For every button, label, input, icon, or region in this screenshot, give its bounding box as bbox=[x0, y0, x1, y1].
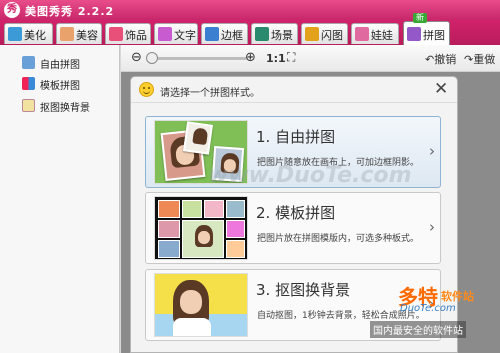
tab-flash[interactable]: 闪图 bbox=[301, 23, 348, 44]
option-template-puzzle[interactable]: 2. 模板拼图 把图片放在拼图模版内，可选多种板式。 › bbox=[145, 192, 441, 264]
option-title: 2. 模板拼图 bbox=[256, 204, 336, 222]
close-icon[interactable]: ✕ bbox=[434, 80, 448, 98]
left-item-cutout[interactable]: 抠图换背景 bbox=[22, 98, 118, 114]
heart-icon bbox=[109, 27, 123, 41]
watermark-text: www.DuoTe.com bbox=[208, 163, 412, 188]
tab-label: 闪图 bbox=[321, 29, 343, 42]
cutout-thumbnail bbox=[154, 273, 248, 337]
face-icon bbox=[60, 27, 74, 41]
tab-label: 拼图 bbox=[423, 29, 445, 42]
left-item-label: 抠图换背景 bbox=[40, 103, 90, 114]
tab-label: 美化 bbox=[24, 29, 46, 42]
zoom-toolbar: ⊖ ⊕ 1:1 ⛶ ↶撤销 ↷重做 bbox=[121, 45, 500, 72]
option-title: 3. 抠图换背景 bbox=[256, 281, 351, 299]
doll-icon bbox=[355, 27, 369, 41]
app-title: 美图秀秀 2.2.2 bbox=[25, 5, 115, 18]
actual-size-button[interactable]: 1:1 bbox=[266, 52, 286, 65]
flash-icon bbox=[305, 27, 319, 41]
redo-label: 重做 bbox=[473, 53, 496, 66]
option-description: 把图片放在拼图模版内，可选多种板式。 bbox=[257, 234, 420, 244]
undo-button[interactable]: ↶撤销 bbox=[425, 51, 456, 67]
tab-beautify[interactable]: 美化 bbox=[4, 23, 53, 44]
scene-icon bbox=[255, 27, 269, 41]
photo-tile bbox=[204, 200, 224, 218]
left-panel: 自由拼图 模板拼图 抠图换背景 bbox=[0, 45, 120, 353]
left-item-label: 模板拼图 bbox=[40, 81, 80, 92]
tab-label: 美容 bbox=[76, 29, 98, 42]
tab-label: 饰品 bbox=[125, 29, 147, 42]
tab-label: 娃娃 bbox=[371, 29, 393, 42]
free-puzzle-icon bbox=[22, 56, 35, 69]
photo-face bbox=[198, 231, 210, 244]
new-badge: 新 bbox=[413, 13, 427, 23]
photo-tile bbox=[226, 240, 245, 258]
undo-label: 撤销 bbox=[434, 53, 457, 66]
photo-tile bbox=[182, 200, 202, 218]
tab-accessories[interactable]: 饰品 bbox=[105, 23, 151, 44]
dialog-header: 请选择一个拼图样式。 ✕ bbox=[131, 77, 457, 103]
redo-icon: ↷ bbox=[464, 53, 474, 66]
site-slogan: 国内最安全的软件站 bbox=[370, 321, 466, 338]
photo-tile bbox=[158, 240, 180, 258]
fit-window-icon[interactable]: ⛶ bbox=[287, 50, 295, 65]
app-logo-icon: 秀 bbox=[4, 2, 20, 18]
undo-icon: ↶ bbox=[425, 53, 435, 66]
left-item-label: 自由拼图 bbox=[40, 60, 80, 71]
site-url: DuoTe.com bbox=[400, 303, 456, 314]
tab-cosmetics[interactable]: 美容 bbox=[56, 23, 102, 44]
tab-puzzle[interactable]: 拼图 bbox=[403, 21, 450, 45]
tab-doll[interactable]: 娃娃 bbox=[351, 23, 399, 44]
left-item-template-puzzle[interactable]: 模板拼图 bbox=[22, 76, 118, 92]
smiley-icon bbox=[139, 82, 154, 97]
main-tabs: 美化 美容 饰品 文字 边框 场景 闪图 娃娃 拼图 bbox=[0, 20, 500, 45]
template-puzzle-thumbnail bbox=[154, 196, 248, 260]
text-icon bbox=[158, 27, 172, 41]
dialog-title: 请选择一个拼图样式。 bbox=[160, 88, 260, 99]
photo-hair bbox=[192, 127, 209, 146]
redo-button[interactable]: ↷重做 bbox=[464, 51, 495, 67]
photo-tile bbox=[182, 220, 224, 258]
tab-frame[interactable]: 边框 bbox=[201, 23, 248, 44]
site-logo-sub: 软件站 bbox=[441, 290, 474, 303]
puzzle-icon bbox=[407, 27, 421, 41]
left-item-free-puzzle[interactable]: 自由拼图 bbox=[22, 55, 118, 71]
option-title: 1. 自由拼图 bbox=[256, 128, 336, 146]
photo-face bbox=[180, 290, 202, 314]
photo-body bbox=[173, 318, 211, 336]
tab-text[interactable]: 文字 bbox=[154, 23, 198, 44]
tab-label: 场景 bbox=[271, 29, 293, 42]
tab-label: 文字 bbox=[174, 29, 196, 42]
photo-tile bbox=[158, 200, 180, 218]
chevron-right-icon: › bbox=[429, 142, 435, 160]
zoom-slider-handle[interactable] bbox=[146, 52, 158, 64]
tab-scene[interactable]: 场景 bbox=[251, 23, 298, 44]
cutout-icon bbox=[22, 99, 35, 112]
zoom-out-icon[interactable]: ⊖ bbox=[131, 50, 142, 65]
photo-tile bbox=[158, 220, 180, 238]
zoom-slider[interactable] bbox=[149, 57, 247, 60]
zoom-in-icon[interactable]: ⊕ bbox=[245, 50, 256, 65]
photo-tile bbox=[183, 121, 213, 155]
landscape-icon bbox=[8, 27, 22, 41]
photo-tile bbox=[226, 200, 245, 218]
chevron-right-icon: › bbox=[429, 218, 435, 236]
photo-tile bbox=[226, 220, 245, 238]
frame-icon bbox=[205, 27, 219, 41]
template-puzzle-icon bbox=[22, 77, 35, 90]
tab-label: 边框 bbox=[221, 29, 243, 42]
